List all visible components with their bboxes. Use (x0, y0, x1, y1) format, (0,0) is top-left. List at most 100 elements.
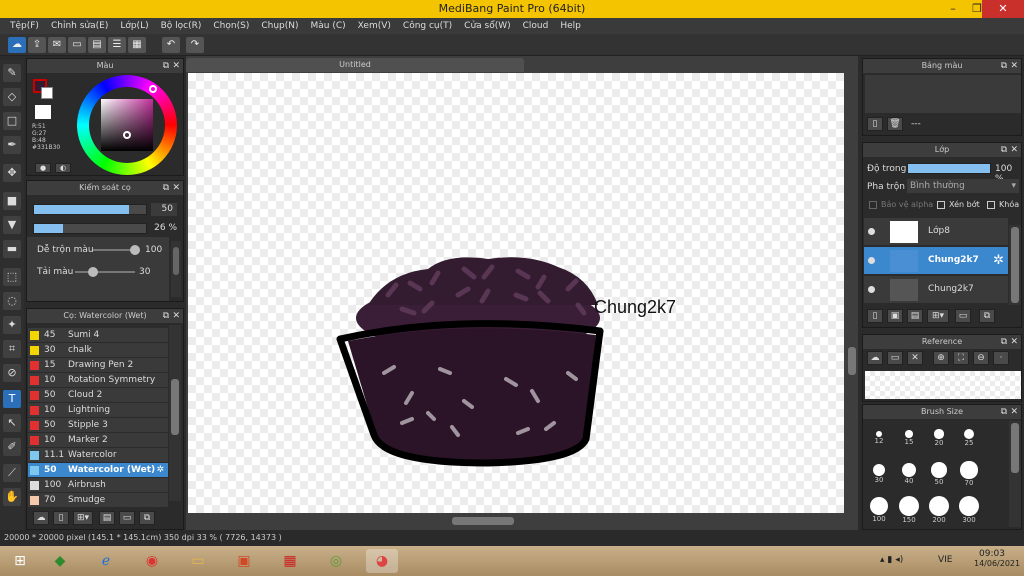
brush-duplicate-icon[interactable]: ⧉ (139, 511, 155, 525)
brush-list-item[interactable]: 50 Cloud 2 (28, 388, 168, 403)
close-icon[interactable]: ✕ (172, 59, 180, 73)
palette-delete-icon[interactable]: 🗑 (887, 117, 903, 131)
brush-list-scrollbar[interactable] (169, 325, 181, 501)
brush-size-option[interactable]: 300 (954, 496, 984, 534)
menu-select[interactable]: Chọn(S) (207, 18, 255, 34)
brush-size-value[interactable]: 50 (151, 203, 177, 216)
close-icon[interactable]: ✕ (1010, 405, 1018, 419)
brush-size-option[interactable]: 50 (924, 460, 954, 498)
layer-scrollbar[interactable] (1009, 225, 1021, 305)
powerpoint-icon[interactable]: ▣ (228, 549, 260, 573)
brush-list-item[interactable]: 30 chalk (28, 343, 168, 358)
select-pen-tool-icon[interactable]: ⌗ (3, 340, 21, 358)
menu-color[interactable]: Màu (C) (305, 18, 352, 34)
reference-view[interactable] (865, 371, 1021, 399)
layer-item[interactable]: Chung2k7 (864, 276, 1008, 304)
reference-cloud-icon[interactable]: ☁ (867, 351, 883, 365)
redo-icon[interactable]: ↷ (186, 37, 204, 53)
color-swap-icon[interactable]: ◐ (55, 163, 71, 173)
brush-size-option[interactable]: 15 (894, 424, 924, 462)
layer-new-halftone-icon[interactable]: ▣ (887, 309, 903, 323)
rectangle-tool-icon[interactable]: □ (3, 112, 21, 130)
color-add-icon[interactable]: ● (35, 163, 51, 173)
grid-icon[interactable]: ▦ (128, 37, 146, 53)
layer-add-menu-icon[interactable]: ⊞▾ (927, 309, 949, 323)
brush-list-item[interactable]: 50 Stipple 3 (28, 418, 168, 433)
reference-pointer-icon[interactable]: · (993, 351, 1009, 365)
gear-icon[interactable]: ✲ (156, 463, 164, 478)
menu-layer[interactable]: Lớp(L) (114, 18, 154, 34)
menu-filter[interactable]: Bộ lọc(R) (155, 18, 208, 34)
gear-icon[interactable]: ✲ (993, 253, 1004, 268)
brush-list-item[interactable]: 10 Lightning (28, 403, 168, 418)
menu-file[interactable]: Tệp(F) (4, 18, 45, 34)
internet-explorer-icon[interactable]: ℯ (90, 549, 122, 573)
layer-item-selected[interactable]: Chung2k7 ✲ (864, 247, 1008, 275)
layer-folder-icon[interactable]: ▭ (955, 309, 971, 323)
clock[interactable]: 09:03 14/06/2021 (974, 549, 1020, 568)
eraser-tool-icon[interactable]: ◇ (3, 88, 21, 106)
brush-size-option[interactable]: 150 (894, 496, 924, 534)
close-icon[interactable]: ✕ (1010, 335, 1018, 349)
menu-cloud[interactable]: Cloud (517, 18, 555, 34)
move-tool-icon[interactable]: ✥ (3, 164, 21, 182)
chat-icon[interactable]: ✉ (48, 37, 66, 53)
dye-slider[interactable] (75, 267, 135, 277)
transparent-swatch[interactable] (35, 105, 51, 119)
brush-cloud-icon[interactable]: ☁ (33, 511, 49, 525)
float-icon[interactable]: ⧉ (1001, 143, 1007, 157)
lock-checkbox[interactable] (987, 201, 995, 209)
windows-start-icon[interactable]: ⊞ (4, 549, 36, 573)
upload-icon[interactable]: ⇪ (28, 37, 46, 53)
brush-size-option[interactable]: 40 (894, 460, 924, 498)
close-button[interactable]: ✕ (982, 0, 1024, 18)
hand-tool-icon[interactable]: ✋ (3, 488, 21, 506)
close-icon[interactable]: ✕ (1010, 59, 1018, 73)
eye-icon[interactable] (868, 286, 875, 293)
brush-list-item[interactable]: 100 Airbrush (28, 478, 168, 493)
language-indicator[interactable]: VIE (938, 555, 953, 565)
brush-list-item[interactable]: 10 Marker 2 (28, 433, 168, 448)
bluestacks-icon[interactable]: ◆ (44, 549, 76, 573)
layer-blend-select[interactable]: Bình thường ▾ (907, 179, 1019, 193)
brush-size-option[interactable]: 20 (924, 424, 954, 462)
float-icon[interactable]: ⧉ (163, 309, 169, 323)
saturation-value-square[interactable] (101, 99, 153, 151)
comment-icon[interactable]: ▭ (68, 37, 86, 53)
layer-new-8bit-icon[interactable]: ▤ (907, 309, 923, 323)
color-picker-cursor[interactable] (123, 131, 131, 139)
clip-checkbox[interactable] (937, 201, 945, 209)
app-grid-icon[interactable]: ▦ (274, 549, 306, 573)
hue-picker-cursor[interactable] (149, 85, 157, 93)
pen-tool-icon[interactable]: ✒ (3, 136, 21, 154)
brush-opacity-slider[interactable] (33, 223, 147, 234)
brush-size-option[interactable]: 100 (864, 496, 894, 534)
lasso-tool-icon[interactable]: ◌ (3, 292, 21, 310)
fit-icon[interactable]: ⛶ (953, 351, 969, 365)
float-icon[interactable]: ⧉ (163, 181, 169, 195)
eyedropper-tool-icon[interactable]: ⟋ (3, 464, 21, 482)
canvas-vertical-scrollbar[interactable] (846, 73, 858, 513)
float-icon[interactable]: ⧉ (163, 59, 169, 73)
brush-folder-icon[interactable]: ▭ (119, 511, 135, 525)
menu-view[interactable]: Xem(V) (352, 18, 397, 34)
close-icon[interactable]: ✕ (172, 181, 180, 195)
gradient-tool-icon[interactable]: ▬ (3, 240, 21, 258)
brush-list-item[interactable]: 11.1 Watercolor (28, 448, 168, 463)
background-color-swatch[interactable] (41, 87, 53, 99)
eye-icon[interactable] (868, 228, 875, 235)
protect-alpha-checkbox[interactable] (869, 201, 877, 209)
layer-duplicate-icon[interactable]: ⧉ (979, 309, 995, 323)
select-eraser-tool-icon[interactable]: ⊘ (3, 364, 21, 382)
float-icon[interactable]: ⧉ (1001, 405, 1007, 419)
operation-tool-icon[interactable]: ↖ (3, 414, 21, 432)
cloud-icon[interactable]: ☁ (8, 37, 26, 53)
palette-swatch-area[interactable] (865, 75, 1021, 113)
menu-tools[interactable]: Công cụ(T) (397, 18, 458, 34)
chrome-icon[interactable]: ◉ (136, 549, 168, 573)
brush-control-scrollbar[interactable] (171, 241, 181, 297)
list-icon[interactable]: ☰ (108, 37, 126, 53)
magic-wand-tool-icon[interactable]: ✦ (3, 316, 21, 334)
medibang-paint-icon[interactable]: ◕ (366, 549, 398, 573)
close-icon[interactable]: ✕ (1010, 143, 1018, 157)
